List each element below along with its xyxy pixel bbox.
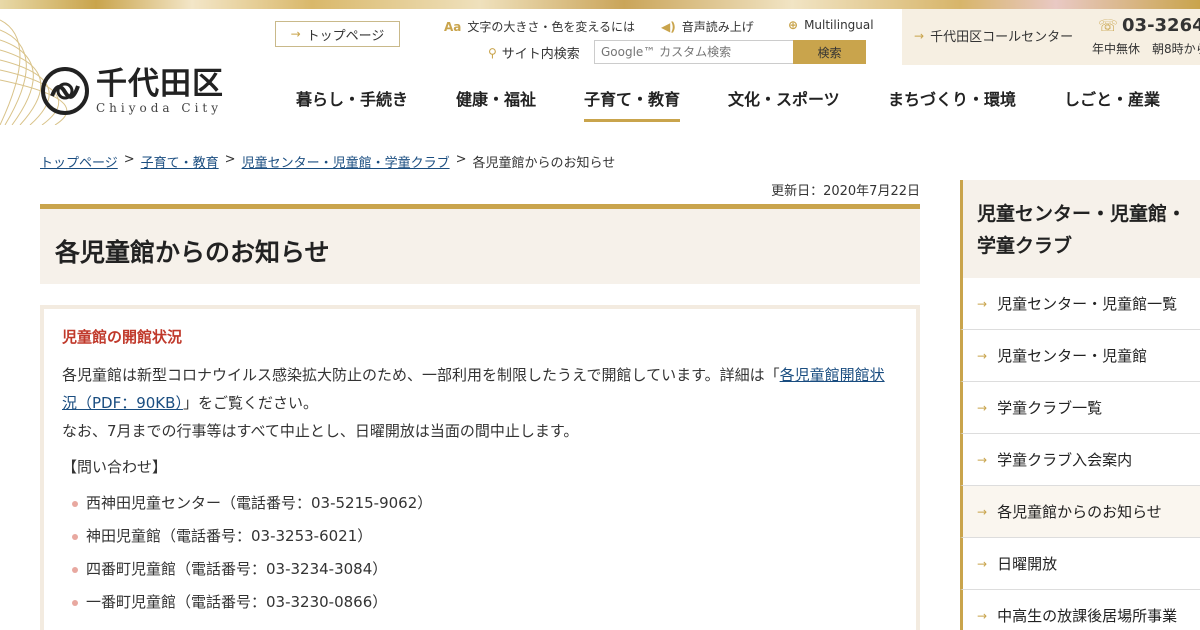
contact-list: 西神田児童センター（電話番号：03-5215-9062） 神田児童館（電話番号：… [62, 487, 898, 619]
globe-icon: ⊕ [788, 18, 799, 32]
arrow-right-icon: → [977, 348, 988, 363]
text-size-link[interactable]: Aa 文字の大きさ・色を変えるには [444, 18, 635, 35]
call-phone: ☏ 03-3264- [1098, 15, 1200, 36]
breadcrumb-link-centers[interactable]: 児童センター・児童館・学童クラブ [242, 152, 450, 171]
list-item: 一番町児童館（電話番号：03-3230-0866） [62, 586, 898, 619]
search-button[interactable]: 検索 [793, 40, 866, 64]
content-box: 児童館の開館状況 各児童館は新型コロナウイルス感染拡大防止のため、一部利用を制限… [40, 305, 920, 630]
multilingual-link[interactable]: ⊕ Multilingual [788, 18, 874, 32]
arrow-right-icon: → [977, 452, 988, 467]
sidebar-item-label: 中高生の放課後居場所事業 [997, 607, 1178, 625]
updated-date: 更新日：2020年7月22日 [771, 184, 920, 199]
paragraph-1: 各児童館は新型コロナウイルス感染拡大防止のため、一部利用を制限したうえで開館して… [62, 361, 898, 417]
arrow-right-icon: → [977, 556, 988, 571]
paragraph-1-text: 各児童館は新型コロナウイルス感染拡大防止のため、一部利用を制限したうえで開館して… [62, 366, 780, 384]
list-item: 四番町児童館（電話番号：03-3234-3084） [62, 553, 898, 586]
arrow-right-icon: → [977, 504, 988, 519]
gnav-item-living[interactable]: 暮らし・手続き [296, 86, 408, 122]
site-search-text: サイト内検索 [501, 47, 580, 62]
sidebar-item-label: 児童センター・児童館一覧 [997, 295, 1178, 313]
search-input[interactable] [594, 40, 794, 64]
voice-reader-link[interactable]: ◀) 音声読み上げ [661, 18, 754, 35]
arrow-right-icon: → [977, 608, 988, 623]
call-hours: 年中無休 朝8時から [1092, 42, 1200, 56]
page-title: 各児童館からのお知らせ [55, 238, 330, 267]
site-logo[interactable]: 千代田区 Chiyoda City [40, 66, 224, 116]
gnav-item-health[interactable]: 健康・福祉 [456, 86, 536, 122]
section-title: 児童館の開館状況 [62, 328, 183, 346]
text-size-label: 文字の大きさ・色を変えるには [467, 20, 636, 34]
list-item: 神田児童館（電話番号：03-3253-6021） [62, 520, 898, 553]
sidebar-item-sunday[interactable]: → 日曜開放 [960, 538, 1200, 590]
chiyoda-emblem-icon [41, 67, 89, 115]
logo-en: Chiyoda City [96, 101, 223, 115]
call-phone-number: 03-3264- [1122, 15, 1200, 36]
top-page-button[interactable]: → トップページ [275, 21, 400, 47]
paragraph-1-tail: 」をご覧ください。 [182, 394, 318, 412]
phone-icon: ☏ [1098, 16, 1119, 35]
gnav-item-work[interactable]: しごと・産業 [1064, 86, 1160, 122]
sidebar-item-club-guide[interactable]: → 学童クラブ入会案内 [960, 434, 1200, 486]
gnav-item-culture[interactable]: 文化・スポーツ [728, 86, 840, 122]
breadcrumb: トップページ > 子育て・教育 > 児童センター・児童館・学童クラブ > 各児童… [40, 152, 615, 171]
call-center-box: → 千代田区コールセンター ☏ 03-3264- 年中無休 朝8時から [902, 9, 1200, 65]
sidebar: 児童センター・児童館・学童クラブ → 児童センター・児童館一覧 → 児童センター… [960, 180, 1200, 630]
breadcrumb-link-top[interactable]: トップページ [40, 152, 118, 171]
sidebar-title: 児童センター・児童館・学童クラブ [960, 180, 1200, 278]
sidebar-item-label: 学童クラブ入会案内 [997, 451, 1133, 469]
voice-label: 音声読み上げ [681, 20, 754, 34]
call-center-link[interactable]: → 千代田区コールセンター [914, 26, 1074, 46]
logo-jp: 千代田区 [96, 66, 224, 102]
multilingual-label: Multilingual [804, 18, 874, 32]
text-size-icon: Aa [444, 19, 462, 34]
breadcrumb-separator: > [455, 152, 467, 167]
gnav-item-town[interactable]: まちづくり・環境 [888, 86, 1016, 122]
paragraph-2: なお、7月までの行事等はすべて中止とし、日曜開放は当面の間中止します。 [62, 422, 579, 440]
arrow-right-icon: → [914, 28, 925, 43]
call-center-label: 千代田区コールセンター [930, 30, 1074, 45]
gnav-item-childcare[interactable]: 子育て・教育 [584, 86, 681, 122]
contact-title: 【問い合わせ】 [62, 458, 168, 476]
sidebar-item-center-list[interactable]: → 児童センター・児童館一覧 [960, 278, 1200, 330]
sidebar-item-label: 学童クラブ一覧 [997, 399, 1103, 417]
header-decoration [0, 0, 1200, 9]
sidebar-item-label: 日曜開放 [997, 555, 1058, 573]
sidebar-item-label: 各児童館からのお知らせ [997, 503, 1162, 521]
arrow-right-icon: → [977, 296, 988, 311]
sidebar-item-label: 児童センター・児童館 [997, 347, 1148, 365]
arrow-right-icon: → [290, 27, 301, 41]
arrow-right-icon: → [977, 400, 988, 415]
speaker-icon: ◀) [661, 19, 676, 34]
breadcrumb-separator: > [123, 152, 135, 167]
breadcrumb-current: 各児童館からのお知らせ [472, 156, 616, 171]
sidebar-item-afterschool[interactable]: → 中高生の放課後居場所事業 [960, 590, 1200, 630]
sidebar-item-center[interactable]: → 児童センター・児童館 [960, 330, 1200, 382]
magnifier-icon: ⚲ [488, 45, 497, 60]
breadcrumb-link-childcare[interactable]: 子育て・教育 [141, 152, 219, 171]
top-page-label: トップページ [306, 28, 385, 44]
sidebar-item-club-list[interactable]: → 学童クラブ一覧 [960, 382, 1200, 434]
breadcrumb-separator: > [224, 152, 236, 167]
list-item: 西神田児童センター（電話番号：03-5215-9062） [62, 487, 898, 520]
site-search-label: ⚲ サイト内検索 [488, 43, 580, 63]
sidebar-item-notices[interactable]: → 各児童館からのお知らせ [960, 486, 1200, 538]
page-title-box: 各児童館からのお知らせ [40, 204, 920, 284]
